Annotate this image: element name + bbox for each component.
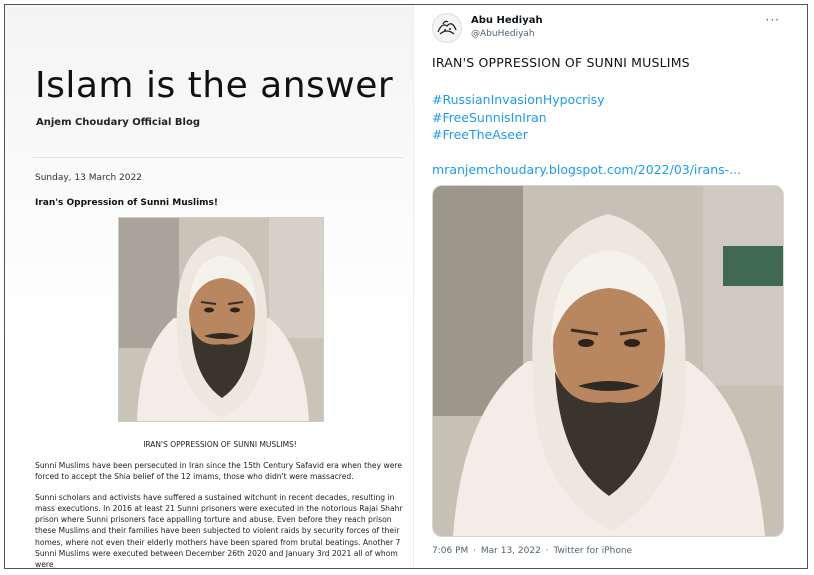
hashtag-link[interactable]: #FreeTheAseer: [432, 126, 605, 144]
post-date: Sunday, 13 March 2022: [35, 173, 142, 183]
hashtag-link[interactable]: #FreeSunnisInIran: [432, 109, 605, 127]
tweet-url-link[interactable]: mranjemchoudary.blogspot.com/2022/03/ira…: [432, 162, 741, 177]
author-handle[interactable]: @AbuHediyah: [471, 29, 535, 39]
portrait-photo: [119, 218, 323, 421]
blog-title[interactable]: Islam is the answer: [35, 65, 393, 106]
tweet-text: IRAN'S OPPRESSION OF SUNNI MUSLIMS: [432, 55, 690, 70]
meta-separator: ·: [473, 546, 477, 556]
blog-panel: Islam is the answer Anjem Choudary Offic…: [5, 5, 413, 568]
avatar[interactable]: [432, 13, 462, 43]
image-caption: IRAN'S OPPRESSION OF SUNNI MUSLIMS!: [143, 440, 297, 449]
author-name[interactable]: Abu Hediyah: [471, 15, 543, 26]
meta-separator: ·: [545, 546, 549, 556]
more-horizontal-icon[interactable]: ···: [766, 13, 780, 27]
post-paragraph: Sunni Muslims have been persecuted in Ir…: [35, 461, 403, 482]
post-image[interactable]: [118, 217, 324, 422]
hashtag-link[interactable]: #RussianInvasionHypocrisy: [432, 91, 605, 109]
post-paragraph: Sunni scholars and activists have suffer…: [35, 492, 403, 568]
tweet-media-image[interactable]: [432, 185, 784, 537]
tweet-time[interactable]: 7:06 PM: [432, 546, 468, 556]
screenshot-frame: Islam is the answer Anjem Choudary Offic…: [4, 4, 808, 569]
hashtag-list: #RussianInvasionHypocrisy #FreeSunnisInI…: [432, 91, 605, 144]
post-body: Sunni Muslims have been persecuted in Ir…: [35, 460, 407, 568]
portrait-photo: [433, 186, 783, 536]
tweet-metadata: 7:06 PM · Mar 13, 2022 · Twitter for iPh…: [432, 546, 634, 556]
tweet-panel: Abu Hediyah @AbuHediyah ··· IRAN'S OPPRE…: [413, 5, 807, 568]
divider: [33, 157, 403, 158]
post-title[interactable]: Iran's Oppression of Sunni Muslims!: [35, 198, 218, 208]
calligraphy-avatar-icon: [433, 14, 461, 42]
tweet-date[interactable]: Mar 13, 2022: [481, 546, 541, 556]
blog-subtitle: Anjem Choudary Official Blog: [36, 117, 200, 128]
tweet-source[interactable]: Twitter for iPhone: [553, 546, 632, 556]
